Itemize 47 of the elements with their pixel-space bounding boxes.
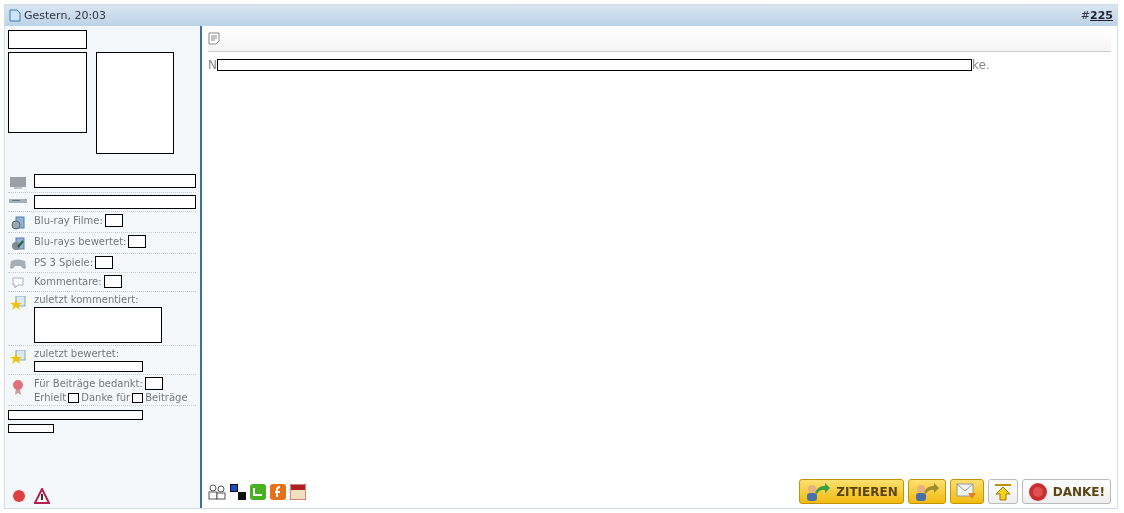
- people-icon[interactable]: [208, 483, 226, 500]
- facebook-icon[interactable]: [270, 483, 286, 500]
- action-button[interactable]: DANKE!: [1021, 479, 1111, 504]
- stat-label: PS 3 Spiele:: [34, 257, 94, 268]
- message-text: ke.: [972, 58, 990, 72]
- stat-label: Für Beiträge bedankt:: [34, 378, 143, 389]
- disc-pen-icon: [11, 237, 25, 251]
- redaction-box: [8, 424, 54, 433]
- action-button[interactable]: ZITIEREN: [799, 479, 904, 504]
- monitor-icon: [9, 176, 27, 190]
- star-note-icon: [10, 296, 26, 310]
- redaction-box: [128, 235, 147, 248]
- seal-icon: [1027, 481, 1048, 502]
- icon-button[interactable]: [907, 479, 946, 504]
- stat-label: Beiträge: [145, 392, 188, 403]
- stat-label: Erhielt: [34, 392, 67, 403]
- stat-label: Blu-ray Filme:: [34, 215, 103, 226]
- stat-label: zuletzt bewertet:: [34, 348, 121, 359]
- redaction-box: [95, 256, 114, 269]
- stat-label: Blu-rays bewertet:: [34, 236, 127, 247]
- icon-button[interactable]: [987, 479, 1018, 504]
- stat-label: zuletzt kommentiert:: [34, 294, 140, 305]
- comment-icon: [12, 277, 24, 289]
- redaction-box: [104, 214, 123, 227]
- offline-status-icon: [12, 489, 26, 503]
- note-icon: [208, 32, 220, 45]
- disc-case-icon: [11, 216, 25, 230]
- envelope-arrow-icon: [955, 482, 978, 501]
- player-icon: [9, 197, 27, 205]
- post-number[interactable]: #225: [1080, 9, 1113, 22]
- redaction-box: [144, 377, 163, 390]
- rosette-icon: [12, 379, 24, 395]
- redaction-box: [103, 275, 122, 288]
- users-arrow-icon: [913, 481, 940, 502]
- icon-button[interactable]: [949, 479, 984, 504]
- stat-label: Kommentare:: [34, 276, 102, 287]
- message-text: N: [208, 58, 217, 72]
- users-arrow-icon: [805, 481, 832, 502]
- post-date: Gestern, 20:03: [24, 9, 107, 22]
- up-arrow-icon: [993, 482, 1012, 501]
- star-note-icon: [10, 350, 26, 364]
- stat-label: Danke für: [81, 392, 131, 403]
- redaction-box: [68, 392, 80, 403]
- warning-icon[interactable]: [34, 488, 50, 504]
- gamepad-icon: [9, 258, 27, 270]
- redaction-box: [132, 392, 144, 403]
- document-icon: [9, 9, 21, 22]
